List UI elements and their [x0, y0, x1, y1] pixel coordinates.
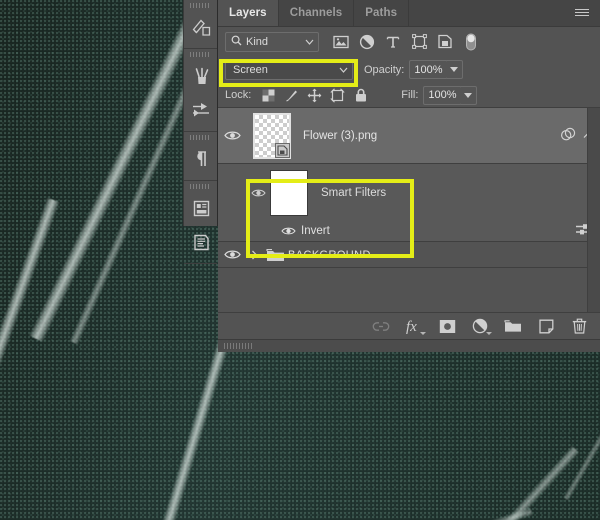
tab-paths[interactable]: Paths — [354, 0, 410, 26]
group-name-label: BACKGROUND — [288, 248, 371, 261]
chevron-down-icon — [486, 332, 492, 335]
delete-layer-button[interactable] — [569, 316, 589, 336]
layer-filter-row: Kind — [218, 27, 600, 56]
blend-opacity-row: Screen Opacity: 100% — [218, 56, 600, 83]
filter-enable-toggle[interactable] — [458, 31, 484, 53]
smart-filters-indicator-icon[interactable] — [560, 127, 577, 145]
fill-stepper[interactable] — [460, 85, 477, 105]
lock-position-icon[interactable] — [303, 85, 326, 105]
dock-group-paragraph — [184, 132, 217, 181]
collapsed-panel-dock — [183, 0, 218, 264]
fill-input[interactable]: 100% — [423, 85, 462, 105]
dock-grip[interactable] — [184, 49, 217, 59]
filter-shape-layers-icon[interactable] — [406, 31, 432, 53]
panel-tabbar: Layers Channels Paths — [218, 0, 600, 27]
lock-artboard-nesting-icon[interactable] — [326, 85, 349, 105]
link-layers-button[interactable] — [371, 316, 391, 336]
chevron-down-icon — [305, 36, 314, 48]
character-styles-icon[interactable] — [184, 191, 219, 225]
filter-adjustment-layers-icon[interactable] — [354, 31, 380, 53]
history-panel-icon[interactable] — [184, 10, 219, 44]
opacity-label: Opacity: — [364, 63, 405, 76]
chevron-down-icon — [339, 64, 348, 76]
svg-text:fx: fx — [406, 319, 417, 334]
lock-all-icon[interactable] — [349, 85, 372, 105]
filter-visibility-toggle[interactable] — [281, 226, 301, 236]
smart-filters-visibility-toggle[interactable] — [246, 188, 270, 198]
screenshot-root: Layers Channels Paths Kind Screen Opacit… — [0, 0, 600, 520]
lock-label: Lock: — [225, 89, 252, 101]
smart-object-badge-icon — [275, 142, 290, 158]
smart-filters-mask-thumbnail[interactable] — [270, 169, 308, 216]
dock-group-styles — [184, 181, 217, 264]
search-icon — [231, 35, 242, 49]
layers-panel-toolbar: fx — [218, 312, 600, 339]
layer-thumbnail[interactable] — [246, 112, 298, 159]
new-group-button[interactable] — [503, 316, 523, 336]
chevron-down-icon — [464, 92, 473, 98]
opacity-stepper[interactable] — [446, 60, 463, 79]
brush-panel-icon[interactable] — [184, 59, 219, 93]
filter-type-layers-icon[interactable] — [380, 31, 406, 53]
layer-list: Flower (3).png Smart Filters Invert BACK… — [218, 108, 600, 340]
layer-style-button[interactable]: fx — [404, 316, 426, 336]
panel-resize-grip[interactable] — [218, 339, 600, 352]
chevron-down-icon — [450, 67, 458, 72]
dock-group-brushes — [184, 49, 217, 132]
blend-mode-value: Screen — [233, 63, 268, 76]
group-visibility-toggle[interactable] — [218, 249, 246, 260]
chevron-down-icon — [420, 332, 426, 335]
filter-smart-objects-icon[interactable] — [432, 31, 458, 53]
dock-group-history — [184, 0, 217, 49]
filter-kind-select[interactable]: Kind — [225, 31, 319, 52]
smart-filters-block: Smart Filters Invert — [218, 164, 600, 242]
hamburger-menu-icon[interactable] — [571, 0, 593, 26]
chevron-right-icon[interactable] — [246, 250, 262, 260]
tab-layers[interactable]: Layers — [218, 0, 279, 26]
layers-panel: Layers Channels Paths Kind Screen Opacit… — [218, 0, 600, 352]
list-item[interactable]: Invert — [218, 221, 600, 242]
paragraph-styles-icon[interactable] — [184, 225, 219, 259]
blend-mode-select[interactable]: Screen — [225, 59, 353, 80]
dock-grip[interactable] — [184, 0, 217, 10]
lock-transparent-pixels-icon[interactable] — [257, 85, 280, 105]
adjustment-layer-button[interactable] — [470, 316, 492, 336]
layer-visibility-toggle[interactable] — [218, 130, 246, 141]
dock-grip[interactable] — [184, 132, 217, 142]
table-row[interactable]: Flower (3).png — [218, 108, 600, 164]
folder-icon — [262, 248, 288, 262]
lock-image-pixels-icon[interactable] — [280, 85, 303, 105]
fill-label: Fill: — [401, 89, 419, 101]
tab-channels[interactable]: Channels — [279, 0, 355, 26]
filter-pixel-layers-icon[interactable] — [328, 31, 354, 53]
layer-list-scrollbar[interactable] — [587, 108, 600, 340]
table-row[interactable]: BACKGROUND — [218, 242, 600, 268]
layer-name-label: Flower (3).png — [303, 129, 378, 142]
filter-name-label: Invert — [301, 225, 330, 237]
brush-settings-icon[interactable] — [184, 93, 219, 127]
paragraph-panel-icon[interactable] — [184, 142, 219, 176]
smart-filters-row[interactable]: Smart Filters — [218, 164, 600, 221]
opacity-input[interactable]: 100% — [409, 60, 448, 79]
filter-kind-label: Kind — [246, 35, 269, 48]
lock-row: Lock: Fill: 100% — [218, 83, 600, 108]
smart-filters-label: Smart Filters — [321, 186, 387, 199]
layer-mask-button[interactable] — [437, 316, 457, 336]
dock-grip[interactable] — [184, 181, 217, 191]
new-layer-button[interactable] — [536, 316, 556, 336]
